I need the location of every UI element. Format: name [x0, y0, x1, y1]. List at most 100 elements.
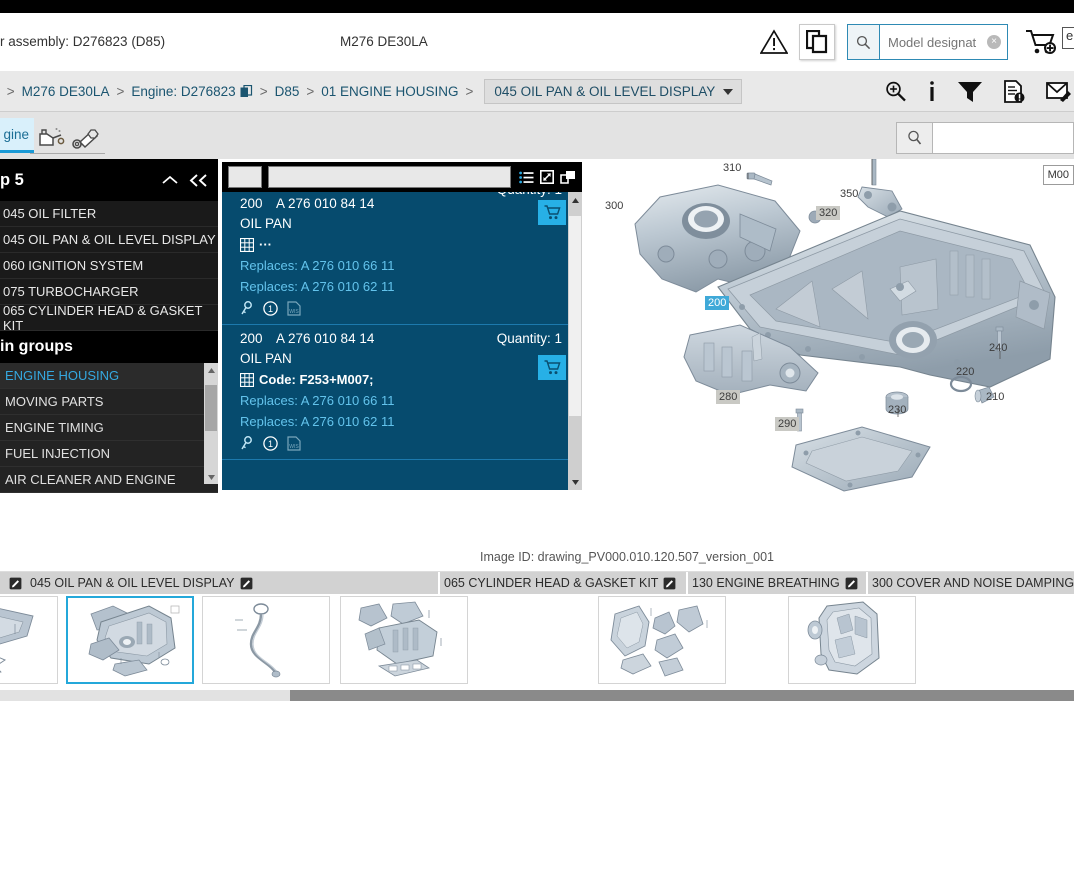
warning-icon[interactable] — [759, 27, 789, 57]
callout-350[interactable]: 350 — [840, 188, 858, 200]
secondary-search-input[interactable] — [933, 123, 1073, 153]
callout-300[interactable]: 300 — [605, 200, 623, 212]
thumb-group-header-300[interactable]: 300 COVER AND NOISE DAMPING — [868, 572, 1074, 594]
search-icon[interactable] — [897, 123, 933, 153]
table-row[interactable]: 200 A 276 010 84 14 Quantity: 1 OIL PAN — [222, 325, 582, 460]
scrollbar-thumb[interactable] — [290, 690, 1074, 701]
callout-280[interactable]: 280 — [716, 390, 741, 404]
replaces-value: A 276 010 62 11 — [300, 279, 395, 294]
double-chevron-left-icon[interactable] — [188, 173, 210, 188]
tab-engine[interactable]: gine — [0, 118, 34, 153]
sidebar-group-label: FUEL INJECTION — [5, 446, 110, 461]
wis-doc-icon[interactable]: WIS — [287, 301, 301, 316]
epc-application-window: r assembly: D276823 (D85) M276 DE30LA Mo… — [0, 0, 1074, 883]
sidebar-scrollbar[interactable] — [204, 363, 218, 484]
callout-320[interactable]: 320 — [816, 206, 841, 220]
callout-310[interactable]: 310 — [723, 162, 741, 174]
edit-icon[interactable] — [240, 577, 253, 590]
sidebar-item-label: 060 IGNITION SYSTEM — [3, 258, 144, 273]
zoom-in-icon[interactable] — [884, 80, 907, 103]
svg-text:1: 1 — [268, 439, 273, 449]
callout-210[interactable]: 210 — [986, 391, 1004, 403]
filter-icon[interactable] — [957, 80, 983, 104]
sidebar-item-045-oil-pan[interactable]: 045 OIL PAN & OIL LEVEL DISPLAY — [0, 227, 218, 253]
breadcrumb-item-1[interactable]: M276 DE30LA — [22, 84, 110, 99]
thumb-group-header-065[interactable]: 065 CYLINDER HEAD & GASKET KIT — [440, 572, 686, 594]
edit-icon[interactable] — [9, 577, 22, 590]
edit-icon[interactable] — [845, 577, 858, 590]
bolt-nut-icon[interactable] — [70, 126, 100, 150]
thumb-group-header-130[interactable]: 130 ENGINE BREATHING — [688, 572, 866, 594]
thumb-cylinder-head[interactable] — [340, 596, 468, 684]
detach-window-icon[interactable] — [560, 170, 576, 184]
document-icon[interactable] — [240, 85, 253, 98]
thumb-group-label: 045 OIL PAN & OIL LEVEL DISPLAY — [30, 576, 235, 590]
sidebar-item-060-ignition[interactable]: 060 IGNITION SYSTEM — [0, 253, 218, 279]
breadcrumb-active-label: 045 OIL PAN & OIL LEVEL DISPLAY — [494, 84, 716, 99]
thumb-group-header-045[interactable]: 045 OIL PAN & OIL LEVEL DISPLAY — [26, 572, 438, 594]
sidebar-group-engine-housing[interactable]: ENGINE HOUSING — [0, 363, 218, 389]
search-clear-button[interactable]: × — [987, 35, 1001, 49]
sidebar-item-075-turbocharger[interactable]: 075 TURBOCHARGER — [0, 279, 218, 305]
model-search-input[interactable] — [880, 25, 987, 59]
chevron-up-icon[interactable] — [160, 173, 180, 187]
image-id-caption: Image ID: drawing_PV000.010.120.507_vers… — [0, 550, 1074, 564]
sidebar-group-air-cleaner[interactable]: AIR CLEANER AND ENGINE — [0, 467, 218, 493]
copy-icon[interactable] — [799, 24, 835, 60]
cart-add-icon[interactable] — [1024, 26, 1058, 58]
footnote-1-icon[interactable]: 1 — [263, 301, 278, 316]
add-to-cart-button[interactable] — [538, 355, 566, 380]
parts-filter-input[interactable] — [268, 166, 511, 188]
callout-240[interactable]: 240 — [989, 342, 1007, 354]
footnote-1-icon[interactable]: 1 — [263, 436, 278, 451]
breadcrumb-active-dropdown[interactable]: 045 OIL PAN & OIL LEVEL DISPLAY — [484, 79, 743, 104]
document-alert-icon[interactable] — [1003, 79, 1026, 104]
parts-list-body: 200 A 276 010 84 14 Quantity: 1 OIL PAN — [222, 192, 582, 490]
add-to-cart-button[interactable] — [538, 200, 566, 225]
sidebar-item-045-oil-filter[interactable]: 045 OIL FILTER — [0, 201, 218, 227]
thumb-cover-damping[interactable] — [788, 596, 916, 684]
search-icon[interactable] — [848, 25, 880, 59]
thumb-oil-pan-selected[interactable] — [66, 596, 194, 684]
callout-290[interactable]: 290 — [775, 417, 800, 431]
sidebar-group-moving-parts[interactable]: MOVING PARTS — [0, 389, 218, 415]
breadcrumb-item-3[interactable]: D85 — [275, 84, 300, 99]
secondary-search-box[interactable] — [896, 122, 1074, 154]
list-view-icon[interactable] — [519, 171, 534, 184]
sidebar-item-065-cylinder-head[interactable]: 065 CYLINDER HEAD & GASKET KIT — [0, 303, 218, 333]
thumb-dipstick[interactable] — [202, 596, 330, 684]
code-grid-icon — [240, 372, 254, 387]
scroll-up-arrow-icon[interactable] — [568, 192, 582, 208]
thumb-group-header-partial[interactable] — [0, 572, 26, 594]
table-row[interactable]: 200 A 276 010 84 14 Quantity: 1 OIL PAN — [222, 192, 582, 325]
thumbnail-horizontal-scrollbar[interactable] — [0, 690, 1074, 701]
sidebar-group-fuel-injection[interactable]: FUEL INJECTION — [0, 441, 218, 467]
key-icon[interactable] — [240, 301, 254, 316]
key-icon[interactable] — [240, 436, 254, 451]
thumb-engine-breathing[interactable] — [598, 596, 726, 684]
edit-icon[interactable] — [663, 577, 676, 590]
parts-list-scrollbar[interactable] — [568, 192, 582, 490]
wis-doc-icon[interactable]: WIS — [287, 436, 301, 451]
scrollbar-thumb[interactable] — [205, 385, 217, 431]
breadcrumb-item-2[interactable]: Engine: D276823 — [131, 84, 235, 99]
model-search-box[interactable]: × — [847, 24, 1008, 60]
callout-230[interactable]: 230 — [888, 404, 906, 416]
scroll-up-arrow-icon[interactable] — [204, 363, 218, 377]
callout-200-selected[interactable]: 200 — [705, 296, 730, 310]
sidebar-title: p 5 — [0, 170, 24, 189]
callout-220[interactable]: 220 — [956, 366, 974, 378]
scroll-down-arrow-icon[interactable] — [568, 474, 582, 490]
info-icon[interactable] — [927, 80, 937, 103]
thumb-oil-pan-cover[interactable] — [0, 596, 58, 684]
expand-icon[interactable] — [540, 170, 554, 184]
mail-edit-icon[interactable] — [1046, 81, 1072, 103]
scrollbar-thumb[interactable] — [569, 216, 581, 416]
parts-filter-position-box[interactable] — [228, 166, 262, 188]
parts-list-panel: 200 A 276 010 84 14 Quantity: 1 OIL PAN — [222, 162, 582, 490]
breadcrumb-item-4[interactable]: 01 ENGINE HOUSING — [321, 84, 458, 99]
scroll-down-arrow-icon[interactable] — [204, 470, 218, 484]
oil-can-icon[interactable] — [36, 126, 66, 150]
breadcrumb-separator: > — [465, 84, 474, 99]
sidebar-group-engine-timing[interactable]: ENGINE TIMING — [0, 415, 218, 441]
